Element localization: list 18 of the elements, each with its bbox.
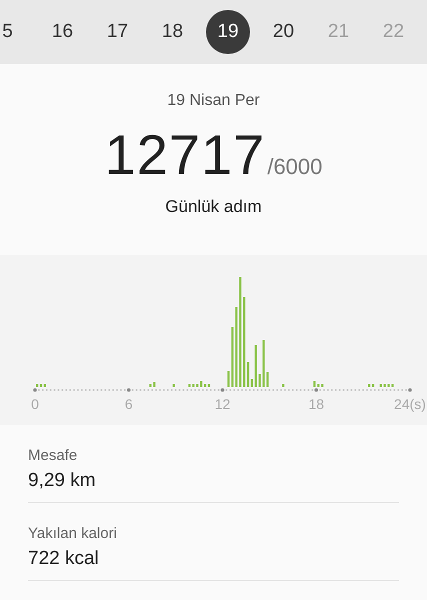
stat-label: Mesafe [28, 447, 78, 464]
steps-caption: Günlük adım [165, 197, 262, 217]
date-item[interactable]: 20 [256, 10, 311, 54]
step-count: 12717 [104, 122, 266, 187]
axis-label: 12 [214, 396, 230, 412]
step-goal: /6000 [267, 154, 322, 180]
date-item[interactable]: 18 [145, 10, 200, 54]
date-item[interactable]: 17 [90, 10, 145, 54]
axis-label: 18 [308, 396, 324, 412]
date-item[interactable]: 16 [35, 10, 90, 54]
stat-label: Yakılan kalori [28, 525, 118, 542]
axis-label: 24(s) [394, 396, 426, 412]
stat-value: 722 kcal [28, 548, 100, 570]
axis-label: 6 [124, 396, 133, 412]
stat-value: 9,29 km [28, 470, 97, 492]
date-item[interactable]: 5 [0, 10, 35, 54]
axis-label: 0 [31, 396, 39, 412]
date-label: 19 Nisan Per [167, 92, 260, 110]
